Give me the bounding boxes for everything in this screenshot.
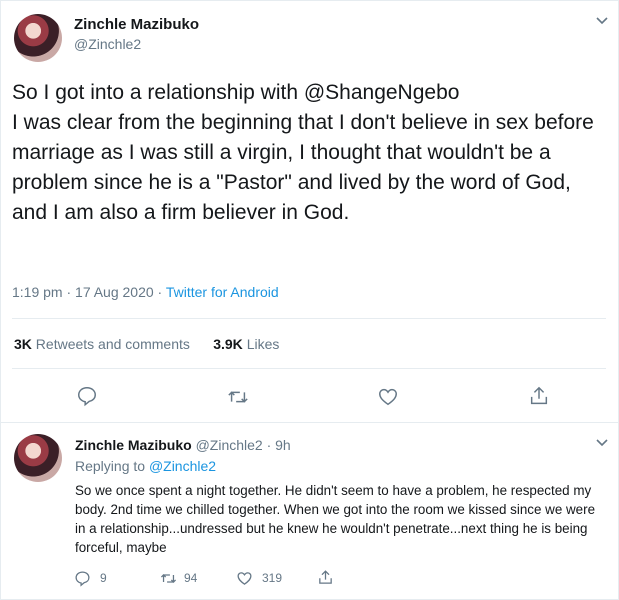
tweet-source[interactable]: Twitter for Android — [166, 284, 279, 300]
replying-to-link[interactable]: @Zinchle2 — [149, 458, 216, 474]
reply-avatar[interactable] — [14, 434, 62, 482]
tweet-text: So I got into a relationship with @Shang… — [12, 81, 594, 224]
like-icon[interactable] — [236, 570, 253, 587]
tweet-stats: 3K Retweets and comments 3.9K Likes — [14, 336, 279, 352]
tweet-time[interactable]: 1:19 pm · 17 Aug 2020 · — [12, 284, 166, 300]
retweet-icon[interactable] — [160, 570, 177, 587]
tweet-meta: 1:19 pm · 17 Aug 2020 · Twitter for Andr… — [12, 284, 279, 300]
chevron-down-icon[interactable] — [594, 434, 610, 450]
like-count: 319 — [262, 571, 283, 585]
replying-to: Replying to @Zinchle2 — [75, 458, 217, 474]
avatar[interactable] — [14, 14, 62, 62]
author-name[interactable]: Zinchle Mazibuko — [74, 16, 199, 33]
reply-count: 9 — [100, 571, 107, 585]
author-handle[interactable]: @Zinchle2 — [74, 36, 141, 52]
divider — [0, 422, 619, 423]
chevron-down-icon[interactable] — [594, 12, 610, 28]
reply-text: So we once spent a night together. He di… — [75, 483, 596, 555]
retweet-icon[interactable] — [227, 386, 249, 408]
like-icon[interactable] — [377, 386, 399, 408]
share-icon[interactable] — [528, 385, 550, 407]
reply-icon[interactable] — [76, 385, 98, 407]
likes-stat[interactable]: 3.9K Likes — [213, 336, 279, 352]
retweets-stat[interactable]: 3K Retweets and comments — [14, 336, 190, 352]
share-icon[interactable] — [317, 569, 334, 586]
reply-icon[interactable] — [74, 570, 91, 587]
divider — [12, 368, 606, 369]
divider — [12, 318, 606, 319]
retweet-count: 94 — [184, 571, 198, 585]
reply-author[interactable]: Zinchle Mazibuko @Zinchle2 · 9h — [75, 437, 291, 453]
